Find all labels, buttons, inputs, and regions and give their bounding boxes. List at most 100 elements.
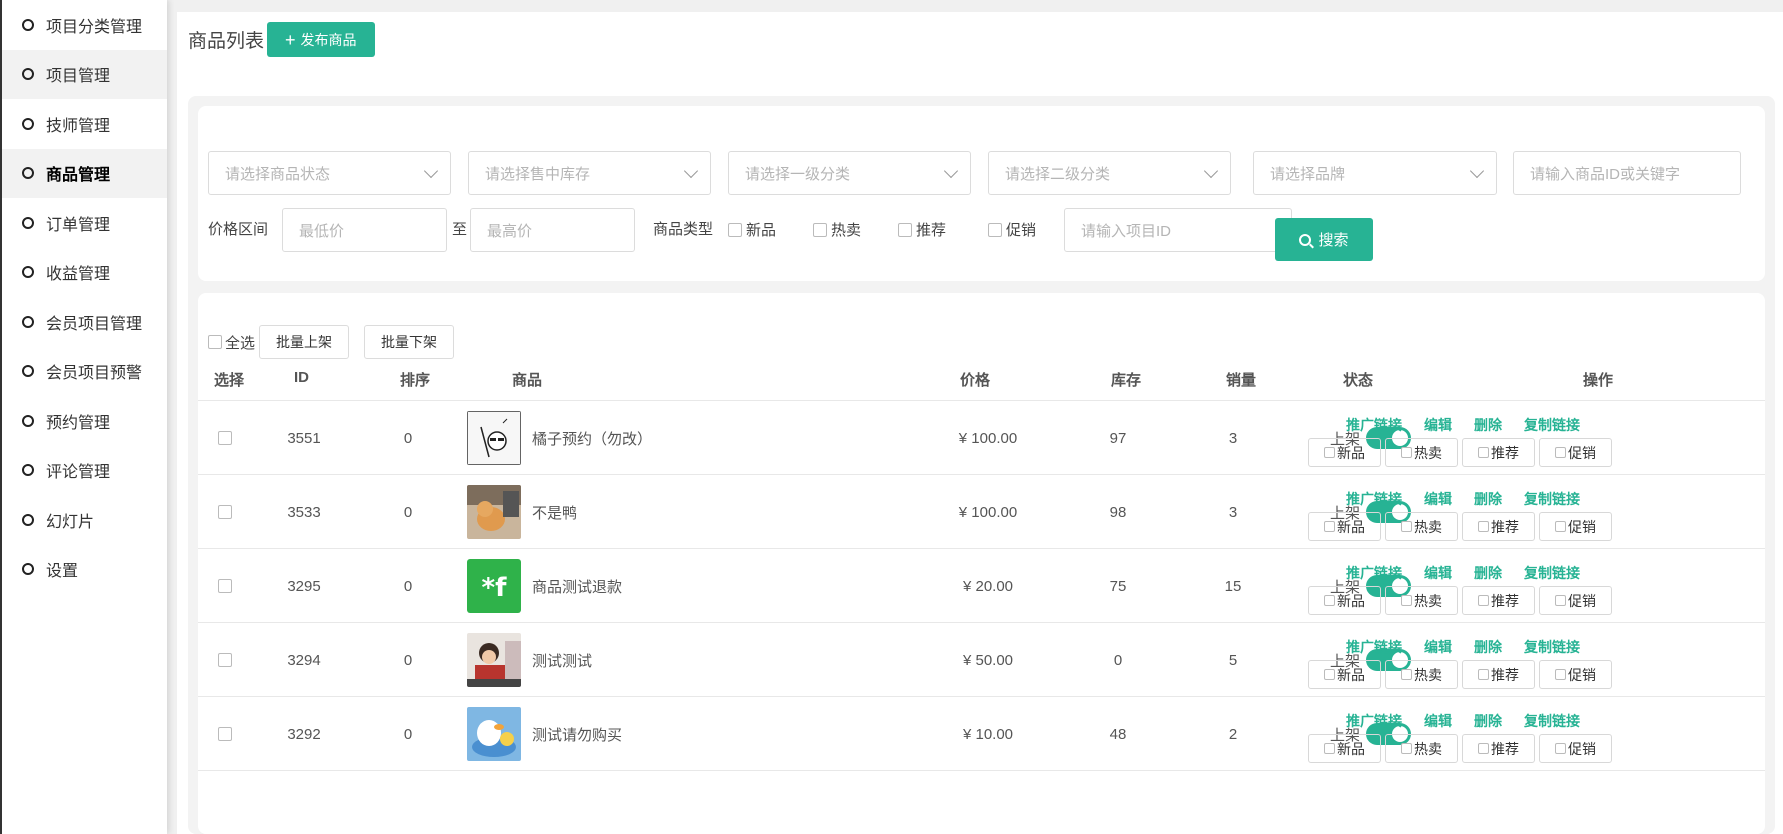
sidebar-item-orders[interactable]: 订单管理 [2, 198, 167, 248]
tag-hot-button[interactable]: 热卖 [1385, 660, 1458, 689]
edit-link[interactable]: 编辑 [1424, 711, 1452, 731]
row-price: ¥ 100.00 [958, 429, 1018, 447]
checkbox-icon [1555, 743, 1566, 754]
edit-link[interactable]: 编辑 [1424, 637, 1452, 657]
bulk-off-shelf-button[interactable]: 批量下架 [364, 325, 455, 359]
tag-hot-button[interactable]: 热卖 [1385, 734, 1458, 763]
ops-links: 推广链接 编辑 删除 复制链接 [1308, 415, 1618, 435]
publish-product-button[interactable]: + 发布商品 [267, 22, 375, 57]
tag-recommend-button[interactable]: 推荐 [1462, 586, 1535, 615]
promo-link[interactable]: 推广链接 [1346, 637, 1402, 657]
row-price: ¥ 10.00 [962, 725, 1014, 743]
tag-new-button[interactable]: 新品 [1308, 734, 1381, 763]
tag-promo-button[interactable]: 促销 [1539, 438, 1612, 467]
type-promo-checkbox[interactable]: 促销 [988, 219, 1036, 240]
min-price-input[interactable]: 最低价 [282, 208, 447, 252]
status-select[interactable]: 请选择商品状态 [208, 151, 451, 195]
checkbox-icon [1478, 447, 1489, 458]
copy-link[interactable]: 复制链接 [1524, 415, 1580, 435]
row-checkbox[interactable] [218, 697, 232, 771]
tag-new-button[interactable]: 新品 [1308, 586, 1381, 615]
row-product[interactable]: 测试请勿购买 [467, 697, 622, 771]
delete-link[interactable]: 删除 [1474, 415, 1502, 435]
product-name: 测试测试 [532, 652, 593, 670]
stock-select[interactable]: 请选择售中库存 [468, 151, 711, 195]
category2-select[interactable]: 请选择二级分类 [988, 151, 1231, 195]
copy-link[interactable]: 复制链接 [1524, 637, 1580, 657]
promo-link[interactable]: 推广链接 [1346, 489, 1402, 509]
promo-link[interactable]: 推广链接 [1346, 711, 1402, 731]
sidebar-item-reviews[interactable]: 评论管理 [2, 446, 167, 496]
sidebar-item-label: 评论管理 [46, 464, 111, 482]
row-checkbox[interactable] [218, 549, 232, 623]
tag-recommend-button[interactable]: 推荐 [1462, 512, 1535, 541]
project-id-input[interactable]: 请输入项目ID [1064, 208, 1292, 252]
row-product[interactable]: *f 商品测试退款 [467, 549, 622, 623]
tag-hot-button[interactable]: 热卖 [1385, 438, 1458, 467]
search-button[interactable]: 搜索 [1275, 218, 1373, 261]
header-stock: 库存 [1111, 372, 1142, 389]
sidebar-item-category[interactable]: 项目分类管理 [2, 0, 167, 50]
tag-recommend-button[interactable]: 推荐 [1462, 660, 1535, 689]
copy-link[interactable]: 复制链接 [1524, 711, 1580, 731]
row-sort: 0 [403, 503, 413, 521]
delete-link[interactable]: 删除 [1474, 711, 1502, 731]
row-product[interactable]: 橘子预约（勿改） [467, 401, 652, 475]
delete-link[interactable]: 删除 [1474, 637, 1502, 657]
brand-select[interactable]: 请选择品牌 [1253, 151, 1497, 195]
tag-promo-button[interactable]: 促销 [1539, 734, 1612, 763]
edit-link[interactable]: 编辑 [1424, 563, 1452, 583]
type-recommend-checkbox[interactable]: 推荐 [898, 219, 946, 240]
sidebar-item-appointments[interactable]: 预约管理 [2, 396, 167, 446]
sidebar-item-technicians[interactable]: 技师管理 [2, 99, 167, 149]
copy-link[interactable]: 复制链接 [1524, 489, 1580, 509]
tag-recommend-button[interactable]: 推荐 [1462, 438, 1535, 467]
circle-icon [22, 18, 34, 31]
product-type-label: 商品类型 [653, 221, 714, 238]
row-product[interactable]: 不是鸭 [467, 475, 577, 549]
select-all-checkbox[interactable]: 全选 [208, 332, 255, 353]
tag-promo-button[interactable]: 促销 [1539, 512, 1612, 541]
header-status: 状态 [1343, 372, 1374, 389]
row-product[interactable]: 测试测试 [467, 623, 592, 697]
tag-new-button[interactable]: 新品 [1308, 660, 1381, 689]
type-new-checkbox[interactable]: 新品 [728, 219, 776, 240]
checkbox-icon [1324, 743, 1335, 754]
tag-promo-button[interactable]: 促销 [1539, 660, 1612, 689]
row-checkbox[interactable] [218, 401, 232, 475]
tag-promo-button[interactable]: 促销 [1539, 586, 1612, 615]
project-id-placeholder: 请输入项目ID [1081, 222, 1172, 240]
keyword-input[interactable]: 请输入商品ID或关键字 [1513, 151, 1741, 195]
page-title: 商品列表 [188, 31, 265, 52]
tag-new-button[interactable]: 新品 [1308, 512, 1381, 541]
sidebar-item-revenue[interactable]: 收益管理 [2, 248, 167, 298]
tag-new-button[interactable]: 新品 [1308, 438, 1381, 467]
sidebar-item-slides[interactable]: 幻灯片 [2, 495, 167, 545]
sidebar-item-member-projects[interactable]: 会员项目管理 [2, 297, 167, 347]
sidebar-item-settings[interactable]: 设置 [2, 545, 167, 595]
edit-link[interactable]: 编辑 [1424, 415, 1452, 435]
sidebar-item-member-alerts[interactable]: 会员项目预警 [2, 347, 167, 397]
tag-buttons: 新品 热卖 推荐 促销 [1308, 660, 1618, 689]
bulk-on-shelf-button[interactable]: 批量上架 [259, 325, 350, 359]
sidebar-item-projects[interactable]: 项目管理 [2, 49, 167, 99]
tag-recommend-button[interactable]: 推荐 [1462, 734, 1535, 763]
max-price-input[interactable]: 最高价 [470, 208, 635, 252]
promo-link[interactable]: 推广链接 [1346, 415, 1402, 435]
checkbox-icon [1401, 447, 1412, 458]
copy-link[interactable]: 复制链接 [1524, 563, 1580, 583]
row-sort: 0 [403, 725, 413, 743]
edit-link[interactable]: 编辑 [1424, 489, 1452, 509]
tag-hot-button[interactable]: 热卖 [1385, 586, 1458, 615]
promo-link[interactable]: 推广链接 [1346, 563, 1402, 583]
delete-link[interactable]: 删除 [1474, 489, 1502, 509]
delete-link[interactable]: 删除 [1474, 563, 1502, 583]
sidebar-item-label: 预约管理 [46, 414, 111, 432]
tag-hot-button[interactable]: 热卖 [1385, 512, 1458, 541]
sidebar-item-products[interactable]: 商品管理 [2, 148, 167, 198]
row-checkbox[interactable] [218, 475, 232, 549]
category1-select[interactable]: 请选择一级分类 [728, 151, 971, 195]
type-hot-checkbox[interactable]: 热卖 [813, 219, 861, 240]
table-row: 3294 0 测试测试 ¥ 50.00 0 5 上架 推广链接 编辑 删除 复制… [198, 623, 1765, 697]
row-checkbox[interactable] [218, 623, 232, 697]
